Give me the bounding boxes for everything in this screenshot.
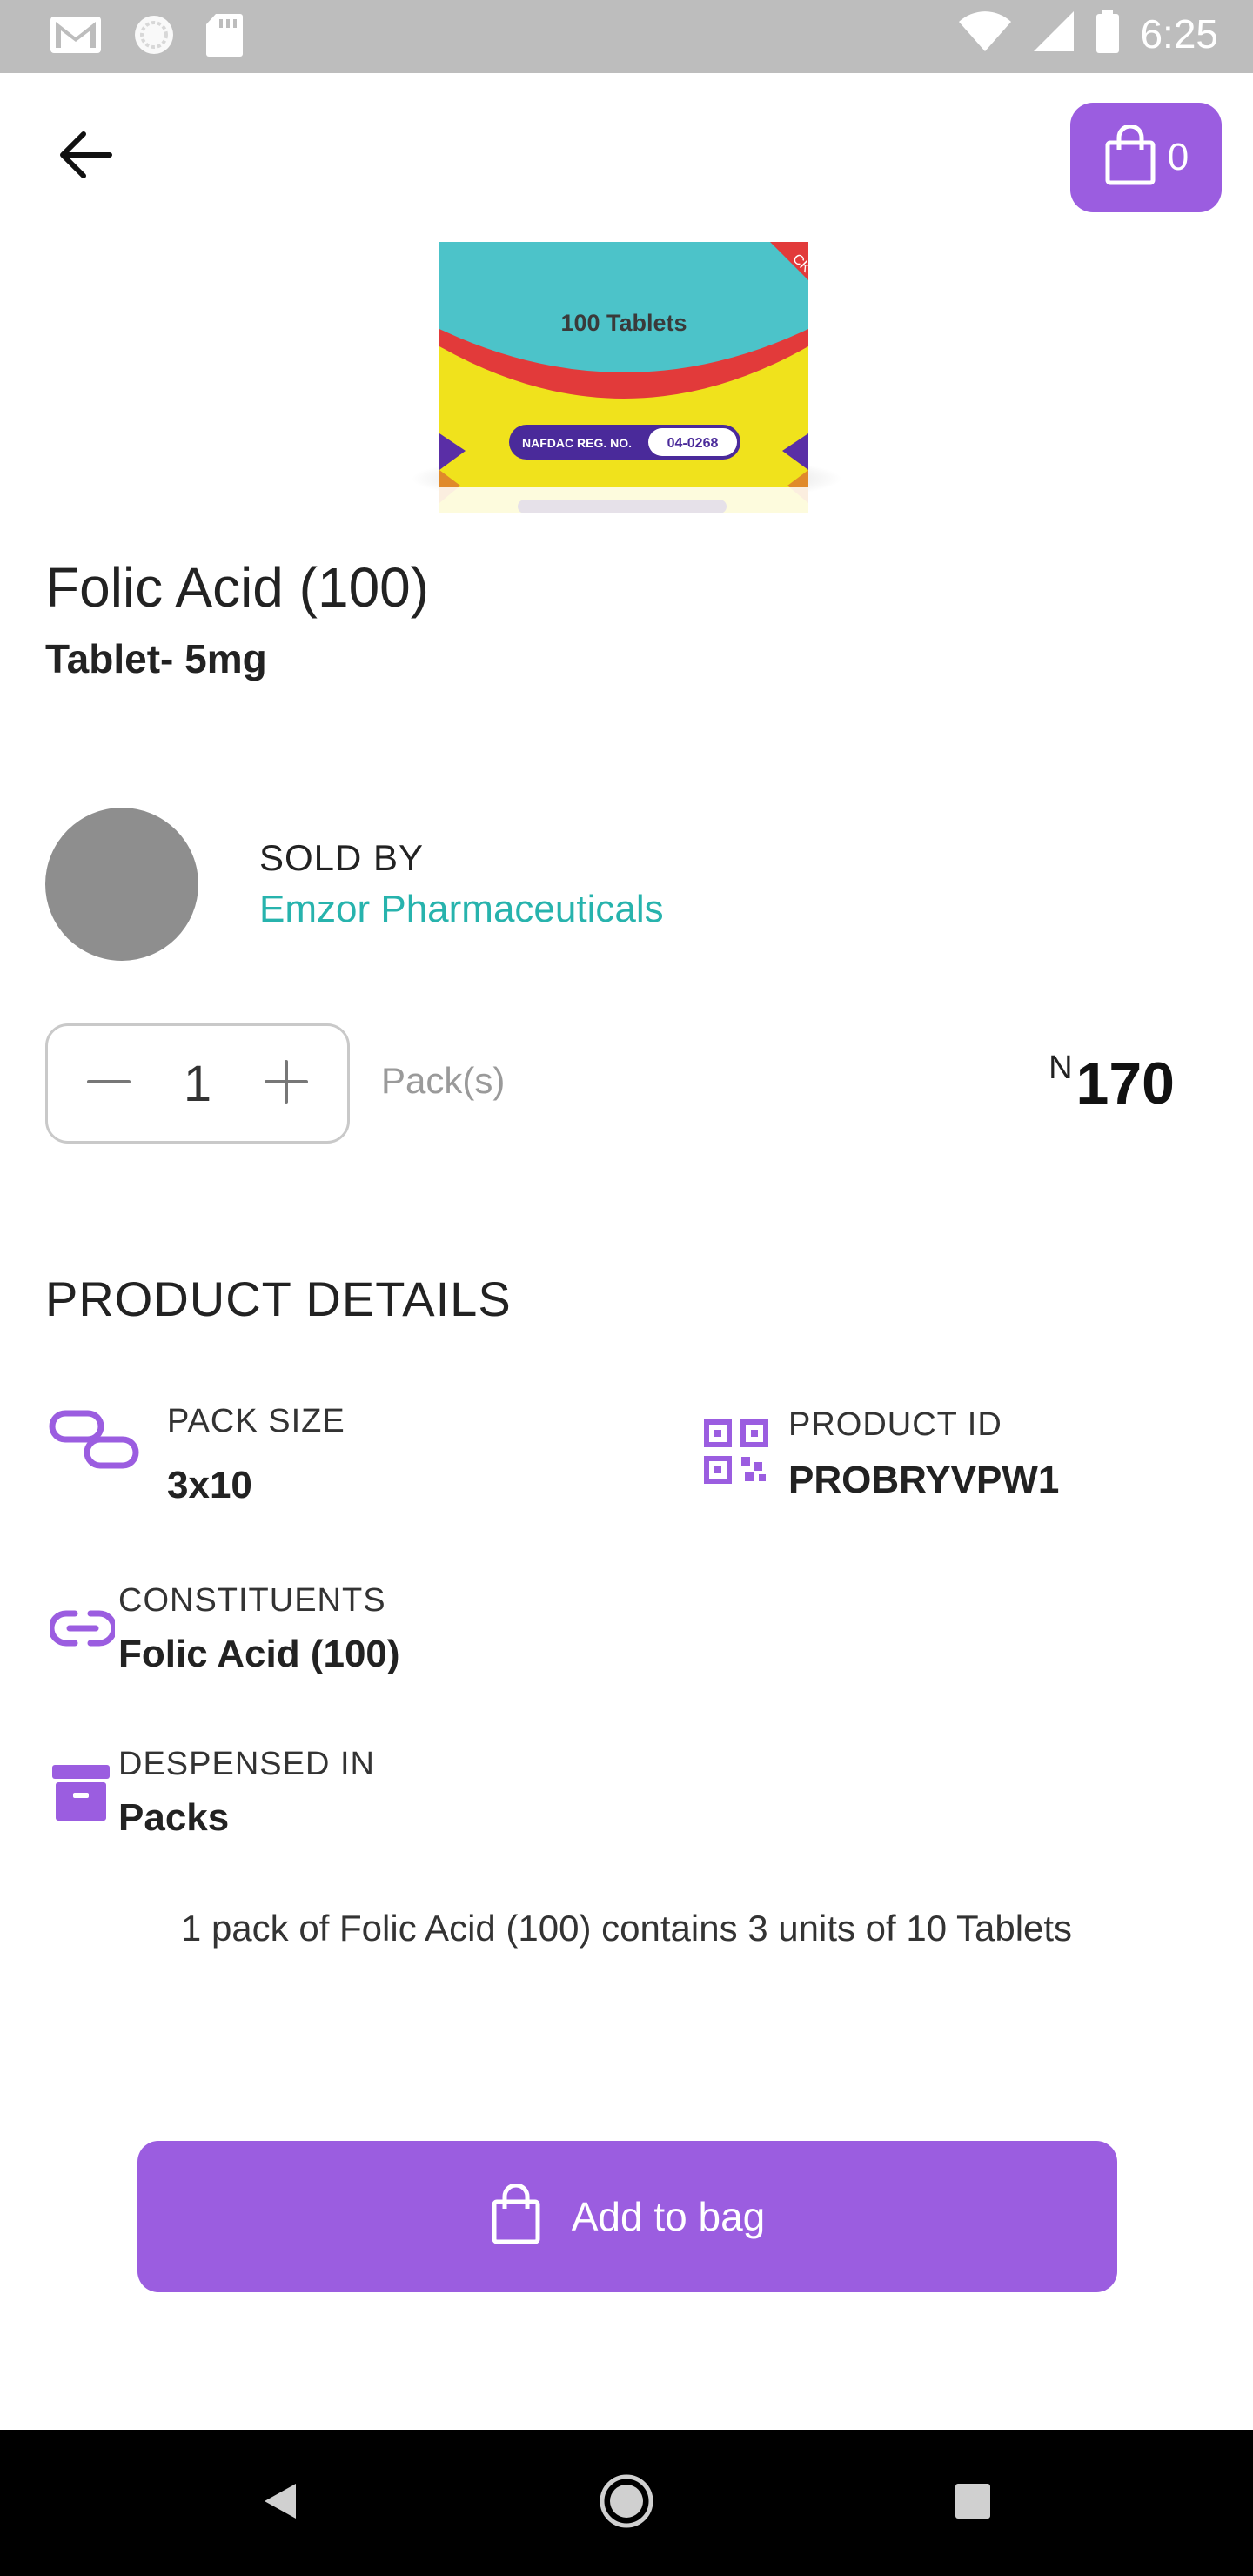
status-notifications <box>49 12 244 62</box>
qr-code-icon <box>703 1419 769 1485</box>
back-button[interactable] <box>54 129 117 184</box>
price-value: 170 <box>1075 1050 1175 1117</box>
arrow-left-icon <box>57 131 113 184</box>
minus-icon <box>85 1058 132 1110</box>
quantity-unit-label: Pack(s) <box>381 1060 506 1101</box>
pack-contents-note: 1 pack of Folic Acid (100) contains 3 un… <box>180 1908 1073 1949</box>
dispensed-in-value: Packs <box>118 1796 230 1839</box>
cart-count-badge: 0 <box>1167 136 1189 178</box>
increase-quantity-button[interactable] <box>260 1057 312 1110</box>
product-form: Tablet- 5mg <box>45 636 267 681</box>
add-to-bag-label: Add to bag <box>571 2194 766 2239</box>
product-id-label: PRODUCT ID <box>788 1406 1002 1443</box>
pack-size-value: 3x10 <box>167 1464 252 1506</box>
sync-icon <box>132 13 176 61</box>
product-image: CK 100 Tablets NAFDAC REG. NO. 04-0268 <box>439 242 808 513</box>
product-id-value: PROBRYVPW1 <box>788 1459 1060 1501</box>
signal-icon <box>1032 10 1075 57</box>
plus-icon <box>263 1058 310 1110</box>
nav-home-button[interactable] <box>557 2430 696 2576</box>
product-detail-screen: 6:25 0 CK 100 Tablets NAFDAC REG. NO. 04… <box>0 0 1253 2576</box>
decrease-quantity-button[interactable] <box>83 1057 135 1110</box>
dispensed-in-label: DESPENSED IN <box>118 1746 375 1782</box>
nav-recents-button[interactable] <box>903 2430 1042 2576</box>
add-to-bag-button[interactable]: Add to bag <box>137 2141 1117 2292</box>
constituents-label: CONSTITUENTS <box>118 1582 386 1619</box>
system-navigation-bar <box>0 2430 1253 2576</box>
price-currency: N <box>1049 1050 1073 1086</box>
battery-icon <box>1095 9 1121 58</box>
home-circle-icon <box>599 2473 654 2533</box>
product-details-heading: PRODUCT DETAILS <box>45 1271 512 1326</box>
constituents-value: Folic Acid (100) <box>118 1633 400 1675</box>
price: N 170 <box>1049 1050 1175 1117</box>
sd-card-icon <box>205 12 244 62</box>
sold-by-label: SOLD BY <box>259 837 425 878</box>
link-icon <box>50 1607 115 1650</box>
box-tablet-count: 100 Tablets <box>560 310 687 336</box>
gmail-icon <box>49 13 103 61</box>
status-bar: 6:25 <box>0 0 1253 73</box>
chain-link-icon <box>49 1406 139 1472</box>
nafdac-label: NAFDAC REG. NO. <box>522 436 632 450</box>
seller-name-link[interactable]: Emzor Pharmaceuticals <box>259 888 664 931</box>
quantity-value[interactable]: 1 <box>184 1055 211 1113</box>
product-name: Folic Acid (100) <box>45 556 430 619</box>
status-system: 6:25 <box>957 9 1218 58</box>
nafdac-number: 04-0268 <box>667 436 719 451</box>
pack-size-label: PACK SIZE <box>167 1403 345 1439</box>
cart-button[interactable]: 0 <box>1070 103 1222 212</box>
nav-back-button[interactable] <box>211 2430 350 2576</box>
seller-avatar <box>45 808 198 961</box>
square-recents-icon <box>954 2482 992 2525</box>
triangle-back-icon <box>261 2480 299 2526</box>
archive-box-icon <box>50 1761 111 1824</box>
wifi-icon <box>957 10 1013 57</box>
shopping-bag-icon <box>1103 124 1157 191</box>
shopping-bag-icon <box>490 2183 542 2250</box>
quantity-stepper: 1 <box>45 1023 350 1144</box>
status-time: 6:25 <box>1140 10 1218 57</box>
